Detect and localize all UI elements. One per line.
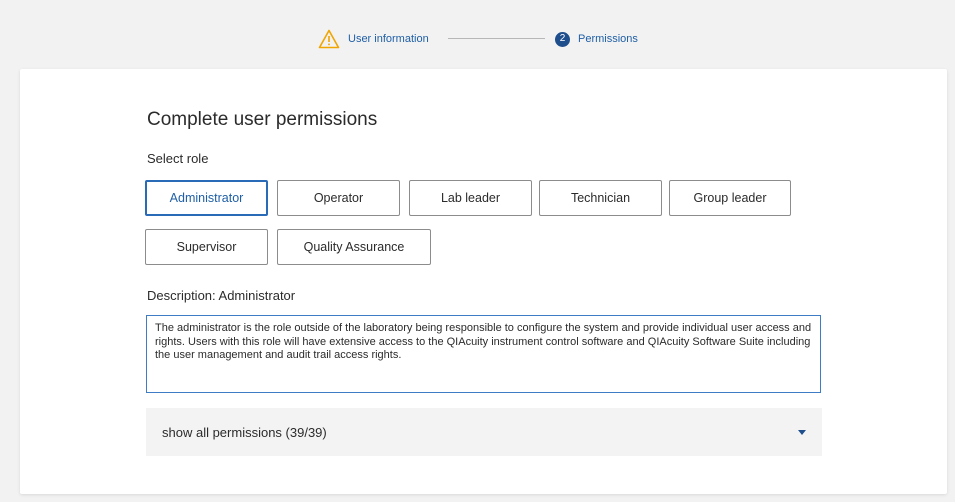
step-permissions[interactable]: 2 Permissions <box>555 26 638 52</box>
role-button-operator[interactable]: Operator <box>277 180 400 216</box>
step-number-badge: 2 <box>555 31 570 47</box>
permissions-card: Complete user permissions Select role Ad… <box>20 69 947 494</box>
step-connector <box>448 38 545 39</box>
page-title: Complete user permissions <box>147 109 378 130</box>
caret-down-icon[interactable] <box>798 429 806 435</box>
role-button-quality-assurance[interactable]: Quality Assurance <box>277 229 431 265</box>
role-button-group-leader[interactable]: Group leader <box>669 180 791 216</box>
permissions-toggle-label: show all permissions (39/39) <box>162 424 327 440</box>
description-textbox[interactable]: The administrator is the role outside of… <box>146 315 821 393</box>
warning-icon <box>318 29 340 49</box>
role-button-technician[interactable]: Technician <box>539 180 662 216</box>
step-label: User information <box>348 33 429 45</box>
role-button-supervisor[interactable]: Supervisor <box>145 229 268 265</box>
step-user-information[interactable]: User information <box>318 26 429 52</box>
select-role-label: Select role <box>147 151 209 166</box>
show-all-permissions-toggle[interactable]: show all permissions (39/39) <box>146 408 822 456</box>
description-title: Description: Administrator <box>147 288 296 303</box>
step-label: Permissions <box>578 33 638 45</box>
role-button-administrator[interactable]: Administrator <box>145 180 268 216</box>
role-button-lab-leader[interactable]: Lab leader <box>409 180 532 216</box>
stepper: User information 2 Permissions <box>0 26 955 52</box>
